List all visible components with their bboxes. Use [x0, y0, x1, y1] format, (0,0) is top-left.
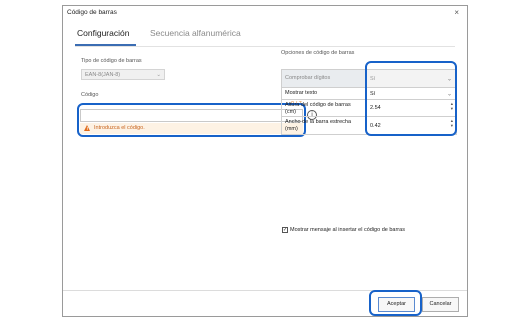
- row-label: Altura del código de barras (cm): [282, 100, 367, 116]
- code-label: Código: [81, 92, 99, 98]
- accept-highlight: [369, 290, 422, 316]
- barcode-dialog: Código de barras × Configuración Secuenc…: [62, 5, 468, 317]
- row-label: Mostrar texto: [282, 88, 367, 99]
- chevron-down-icon: ⌄: [156, 72, 161, 78]
- tab-secuencia[interactable]: Secuencia alfanumérica: [150, 28, 241, 38]
- code-highlight: [77, 103, 306, 137]
- cancel-button[interactable]: Cancelar: [422, 297, 459, 312]
- barcode-type-label: Tipo de código de barras: [81, 58, 142, 64]
- row-label: Comprobar dígitos: [282, 70, 367, 87]
- tab-configuracion[interactable]: Configuración: [77, 28, 129, 38]
- row-label: Ancho de la barra estrecha (mm): [282, 117, 367, 134]
- options-highlight: [365, 61, 457, 136]
- close-icon[interactable]: ×: [454, 6, 459, 20]
- show-message-label: Mostrar mensaje al insertar el código de…: [290, 227, 405, 233]
- barcode-options-label: Opciones de código de barras: [281, 50, 355, 56]
- dialog-title: Código de barras: [67, 9, 117, 16]
- show-message-option[interactable]: ✓ Mostrar mensaje al insertar el código …: [282, 227, 405, 233]
- show-message-checkbox[interactable]: ✓: [282, 227, 288, 233]
- barcode-type-select: EAN-8(JAN-8) ⌄: [81, 69, 165, 80]
- barcode-type-value: EAN-8(JAN-8): [85, 72, 121, 78]
- tab-divider: [75, 46, 455, 47]
